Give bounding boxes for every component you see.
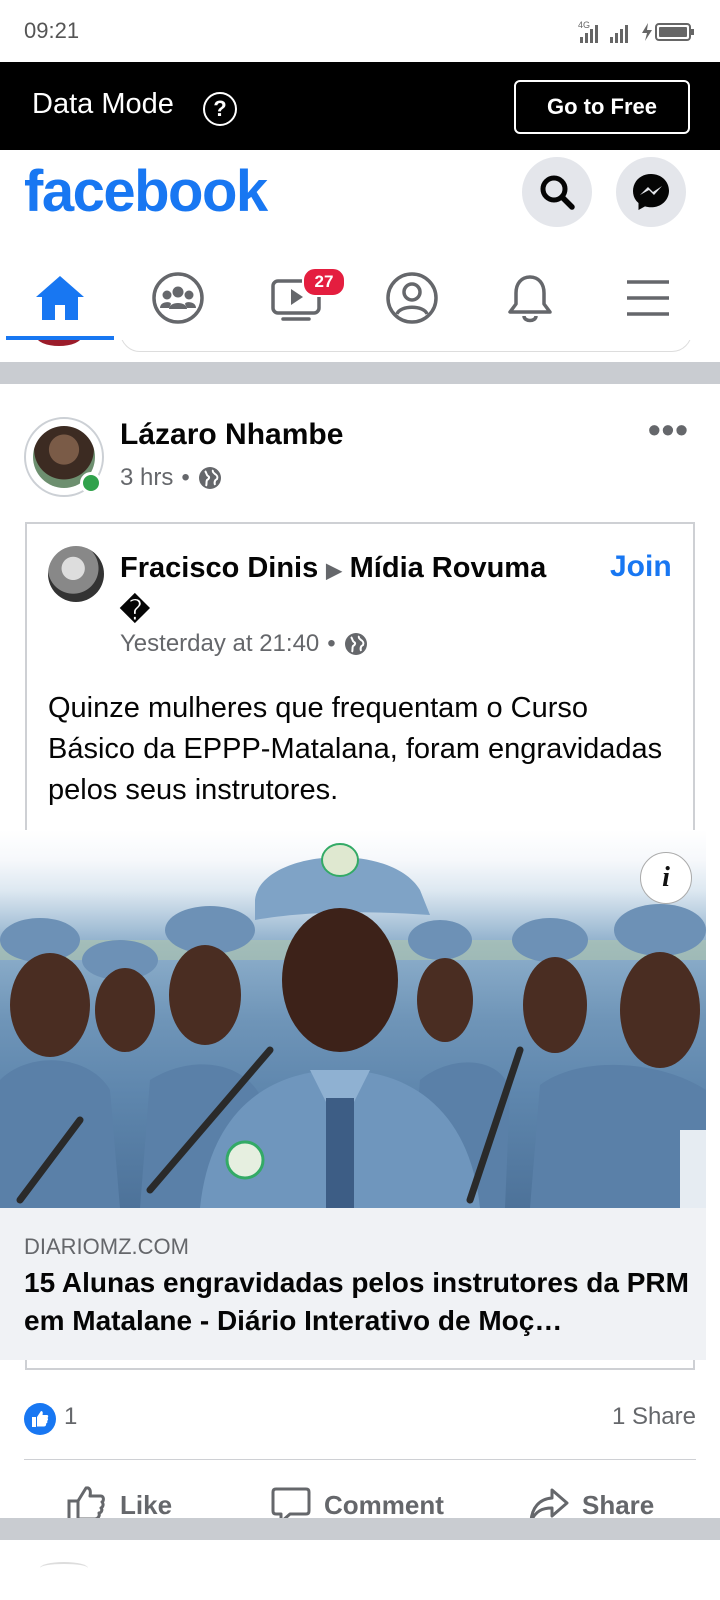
thumbs-up-icon <box>32 1411 49 1427</box>
svg-text:4G: 4G <box>578 20 590 30</box>
tab-profile[interactable] <box>352 252 472 344</box>
facebook-logo[interactable]: facebook <box>24 158 268 225</box>
shared-meta-separator: • <box>327 630 336 657</box>
main-nav <box>0 252 720 345</box>
previous-post-remnant <box>0 340 720 362</box>
shared-author-avatar[interactable] <box>48 546 104 602</box>
go-to-free-button[interactable]: Go to Free <box>514 80 690 134</box>
shared-post-meta: Yesterday at 21:40 • <box>120 630 368 658</box>
globe-icon <box>344 633 367 655</box>
more-options-icon[interactable]: ••• <box>648 412 689 448</box>
feed-separator <box>0 362 720 384</box>
like-reaction-icon[interactable] <box>24 1403 56 1435</box>
search-icon <box>540 175 575 210</box>
cellular-signal-icon: 4G <box>578 20 628 43</box>
shared-post-time[interactable]: Yesterday at 21:40 <box>120 630 319 658</box>
tab-watch[interactable] <box>236 252 356 344</box>
shared-arrow-icon: ▶ <box>326 560 342 582</box>
home-icon <box>36 276 84 320</box>
post-author-name[interactable]: Lázaro Nhambe <box>120 418 343 452</box>
groups-icon <box>152 272 204 324</box>
status-icons: 4G <box>578 18 696 46</box>
data-mode-label: Data Mode <box>32 88 174 120</box>
tab-notifications[interactable] <box>470 252 590 344</box>
globe-icon <box>198 467 221 489</box>
feed-separator-bottom <box>0 1518 720 1540</box>
shared-author-name[interactable]: Fracisco Dinis <box>120 552 318 584</box>
like-label: Like <box>120 1489 173 1520</box>
video-badge: 27 <box>302 267 346 297</box>
shared-post-header: Fracisco Dinis ▶ Mídia Rovuma � <box>120 548 590 631</box>
join-group-button[interactable]: Join <box>610 550 672 584</box>
link-preview-image[interactable] <box>0 830 706 1208</box>
tab-home[interactable] <box>0 252 120 344</box>
like-count[interactable]: 1 <box>64 1403 77 1431</box>
meta-separator: • <box>181 464 190 491</box>
profile-icon <box>386 272 438 324</box>
actions-divider <box>24 1459 696 1460</box>
share-count[interactable]: 1 Share <box>612 1403 696 1431</box>
share-label: Share <box>582 1489 655 1520</box>
comment-label: Comment <box>324 1489 444 1520</box>
battery-charging-icon <box>642 23 694 41</box>
shared-extra-glyph: � <box>120 595 150 627</box>
police-cadets-photo <box>0 843 706 1208</box>
menu-icon <box>627 280 669 316</box>
next-post-remnant <box>40 1562 88 1574</box>
search-button[interactable] <box>522 157 592 227</box>
post-meta: 3 hrs • <box>120 464 222 492</box>
bell-icon <box>508 275 552 323</box>
help-icon[interactable]: ? <box>203 92 237 126</box>
status-bar: 09:21 4G <box>0 0 720 62</box>
link-domain: DIARIOMZ.COM <box>24 1234 189 1259</box>
messenger-icon <box>633 174 669 210</box>
link-title[interactable]: 15 Alunas engravidadas pelos instrutores… <box>24 1264 694 1340</box>
post-time[interactable]: 3 hrs <box>120 464 173 492</box>
info-icon[interactable]: i <box>640 852 692 904</box>
status-time: 09:21 <box>24 18 80 43</box>
facebook-screen: 09:21 4G Data Mode ? Go to Free facebook… <box>0 0 720 1600</box>
messenger-button[interactable] <box>616 157 686 227</box>
online-status-dot <box>80 472 102 494</box>
post-text: Quinze mulheres que frequentam o Curso B… <box>48 692 663 806</box>
tab-menu[interactable] <box>588 252 708 344</box>
tab-groups[interactable] <box>118 252 238 344</box>
shared-group-name[interactable]: Mídia Rovuma <box>350 552 547 584</box>
